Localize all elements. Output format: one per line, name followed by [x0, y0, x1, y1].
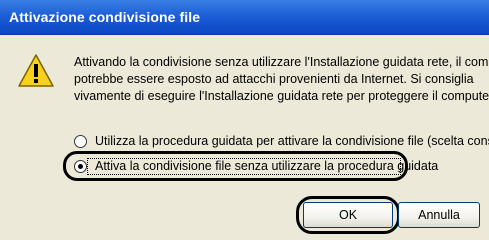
- cancel-button[interactable]: Annulla: [398, 202, 480, 228]
- warning-icon: [18, 54, 54, 87]
- warning-message: Attivando la condivisione senza utilizza…: [74, 54, 489, 105]
- radio-button[interactable]: [74, 134, 87, 148]
- radio-button-selected[interactable]: [74, 159, 87, 173]
- radio-use-wizard[interactable]: Utilizza la procedura guidata per attiva…: [74, 132, 489, 150]
- title-bar[interactable]: Attivazione condivisione file: [0, 0, 489, 35]
- window-title: Attivazione condivisione file: [9, 9, 201, 25]
- message-line: vivamente di eseguire l'Installazione gu…: [74, 89, 489, 103]
- sharing-warning-dialog: Attivazione condivisione file Attivando …: [0, 0, 489, 240]
- focus-rectangle: [87, 158, 401, 175]
- ok-button[interactable]: OK: [303, 202, 393, 228]
- radio-use-wizard-label: Utilizza la procedura guidata per attiva…: [95, 134, 489, 148]
- message-line: potrebbe essere esposto ad attacchi prov…: [74, 72, 474, 86]
- message-line: Attivando la condivisione senza utilizza…: [74, 55, 489, 69]
